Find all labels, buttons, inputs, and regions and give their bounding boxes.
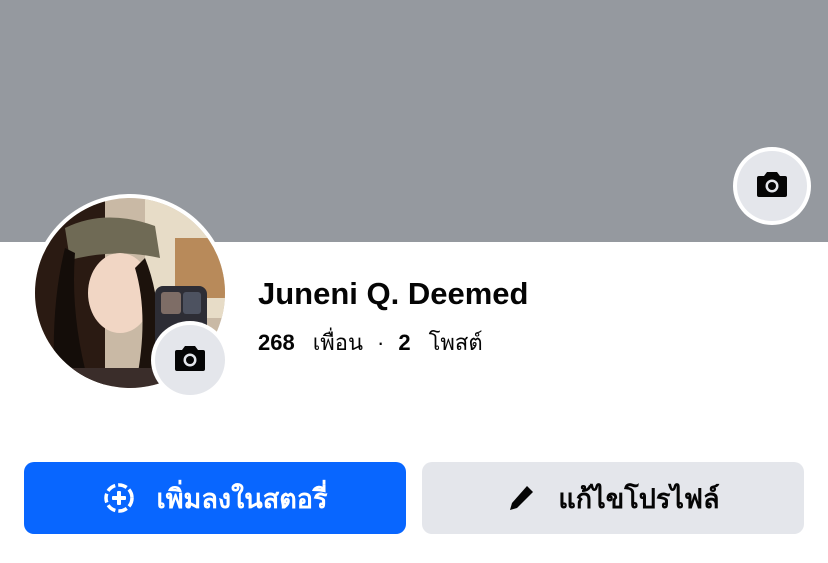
posts-label: โพสต์ (428, 330, 483, 355)
add-to-story-button[interactable]: เพิ่มลงในสตอรี่ (24, 462, 406, 534)
stats-separator: · (377, 329, 385, 355)
edit-profile-button[interactable]: แก้ไขโปรไฟล์ (422, 462, 804, 534)
friends-label[interactable]: เพื่อน (313, 325, 363, 360)
posts-count: 2 (398, 329, 411, 355)
profile-name: Juneni Q. Deemed (258, 276, 529, 311)
camera-icon (756, 170, 788, 203)
edit-avatar-button[interactable] (151, 321, 229, 399)
profile-stats: 268 เพื่อน · 2 โพสต์ (258, 325, 483, 360)
pencil-icon (506, 483, 536, 513)
add-to-story-label: เพิ่มลงในสตอรี่ (156, 483, 328, 514)
edit-cover-photo-button[interactable] (733, 147, 811, 225)
camera-icon (174, 344, 206, 377)
friends-count[interactable]: 268 (258, 330, 295, 356)
plus-circle-icon (103, 482, 135, 514)
edit-profile-label: แก้ไขโปรไฟล์ (558, 483, 720, 514)
